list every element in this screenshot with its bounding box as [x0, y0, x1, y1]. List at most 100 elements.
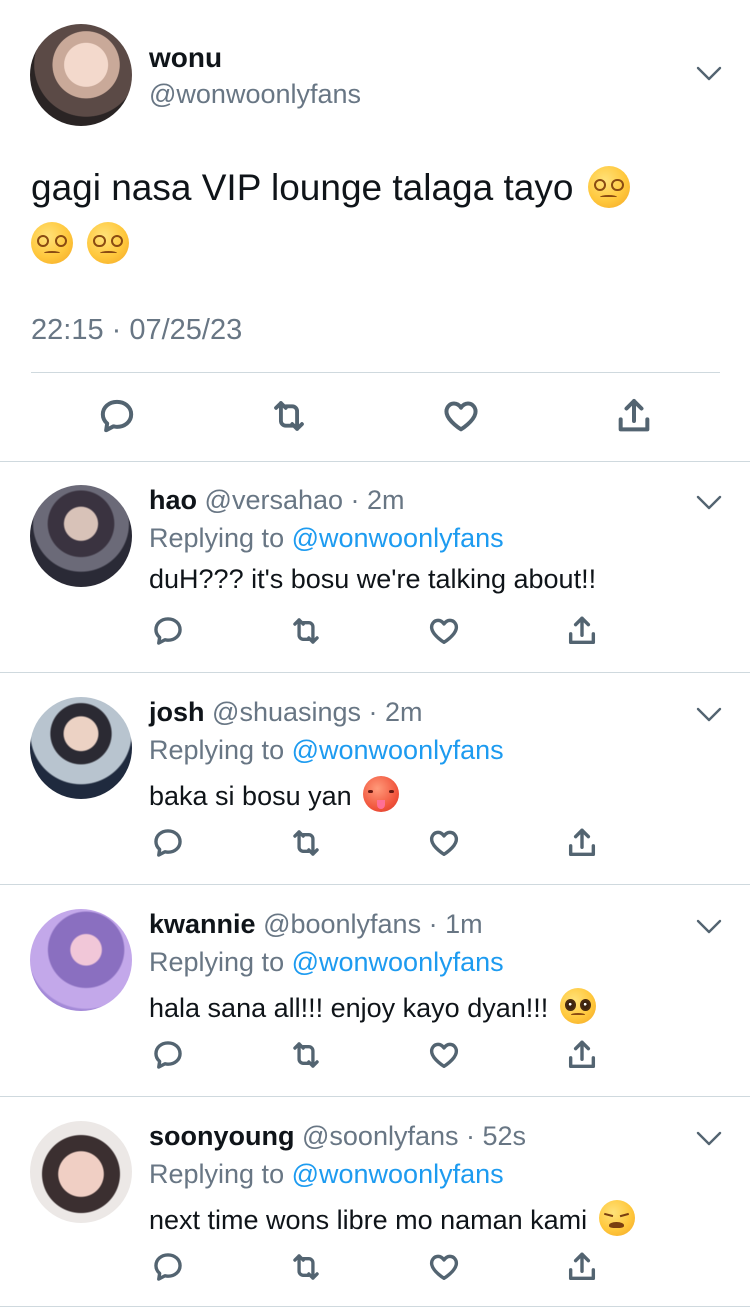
- avatar[interactable]: [30, 24, 132, 126]
- reply-button[interactable]: [150, 1037, 186, 1073]
- replying-to: Replying to @wonwoonlyfans: [149, 523, 504, 554]
- divider: [31, 372, 720, 373]
- like-button[interactable]: [426, 825, 462, 861]
- replying-to-link[interactable]: @wonwoonlyfans: [292, 947, 504, 977]
- share-button[interactable]: [564, 825, 600, 861]
- reply-icon: [100, 399, 134, 433]
- replying-to-link[interactable]: @wonwoonlyfans: [292, 1159, 504, 1189]
- reply-tweet[interactable]: josh @shuasings · 2m Replying to @wonwoo…: [0, 673, 750, 885]
- heart-icon: [429, 1254, 459, 1281]
- tweet-text-body: gagi nasa VIP lounge talaga tayo: [31, 167, 574, 208]
- like-button[interactable]: [438, 393, 484, 439]
- share-icon: [568, 828, 596, 857]
- share-button[interactable]: [611, 393, 657, 439]
- reply-button[interactable]: [150, 825, 186, 861]
- share-button[interactable]: [564, 1249, 600, 1285]
- dizzy-face-emoji: [87, 222, 130, 264]
- share-button[interactable]: [564, 613, 600, 649]
- share-icon: [618, 399, 650, 432]
- author-handle[interactable]: @versahao: [205, 485, 343, 515]
- replying-to-link[interactable]: @wonwoonlyfans: [292, 735, 504, 765]
- reply-icon: [154, 1253, 182, 1281]
- author-handle[interactable]: @boonlyfans: [263, 909, 421, 939]
- share-icon: [568, 1040, 596, 1069]
- reply-header: hao @versahao · 2m: [149, 485, 405, 516]
- reply-text: baka si bosu yan: [149, 776, 400, 812]
- chevron-down-icon[interactable]: [696, 1131, 722, 1147]
- author-name[interactable]: hao: [149, 485, 197, 515]
- heart-icon: [444, 401, 478, 432]
- retweet-button[interactable]: [288, 825, 324, 861]
- separator-dot: ·: [343, 485, 368, 515]
- reply-button[interactable]: [94, 393, 140, 439]
- replying-prefix: Replying to: [149, 735, 292, 765]
- retweet-button[interactable]: [288, 1249, 324, 1285]
- reply-header: kwannie @boonlyfans · 1m: [149, 909, 483, 940]
- reply-time: 1m: [445, 909, 483, 939]
- replying-prefix: Replying to: [149, 947, 292, 977]
- retweet-button[interactable]: [288, 1037, 324, 1073]
- reply-text: duH??? it's bosu we're talking about!!: [149, 564, 597, 594]
- author-name[interactable]: josh: [149, 697, 205, 727]
- like-button[interactable]: [426, 613, 462, 649]
- reply-text-body: hala sana all!!! enjoy kayo dyan!!!: [149, 993, 549, 1023]
- avatar[interactable]: [30, 1121, 132, 1223]
- reply-icon: [154, 1041, 182, 1069]
- replying-prefix: Replying to: [149, 523, 292, 553]
- reply-tweet[interactable]: kwannie @boonlyfans · 1m Replying to @wo…: [0, 885, 750, 1097]
- heart-icon: [429, 618, 459, 645]
- author-name[interactable]: soonyoung: [149, 1121, 294, 1151]
- main-tweet: wonu @wonwoonlyfans gagi nasa VIP lounge…: [0, 0, 750, 462]
- avatar[interactable]: [30, 697, 132, 799]
- author-handle[interactable]: @soonlyfans: [302, 1121, 459, 1151]
- avatar[interactable]: [30, 485, 132, 587]
- reply-header: josh @shuasings · 2m: [149, 697, 423, 728]
- divider: [0, 1306, 750, 1307]
- chevron-down-icon[interactable]: [696, 707, 722, 723]
- reply-icon: [154, 829, 182, 857]
- retweet-button[interactable]: [266, 393, 312, 439]
- chevron-down-icon[interactable]: [696, 495, 722, 511]
- like-button[interactable]: [426, 1249, 462, 1285]
- author-name[interactable]: kwannie: [149, 909, 256, 939]
- reply-text-body: baka si bosu yan: [149, 781, 352, 811]
- reply-text: next time wons libre mo naman kami: [149, 1200, 635, 1236]
- author-handle[interactable]: @shuasings: [212, 697, 361, 727]
- replying-prefix: Replying to: [149, 1159, 292, 1189]
- reply-button[interactable]: [150, 613, 186, 649]
- reply-button[interactable]: [150, 1249, 186, 1285]
- dizzy-face-emoji: [31, 222, 73, 264]
- weary-face-emoji: [598, 1200, 635, 1236]
- share-icon: [568, 616, 596, 645]
- chevron-down-icon[interactable]: [696, 919, 722, 935]
- retweet-icon: [293, 618, 319, 644]
- tweet-text: gagi nasa VIP lounge talaga tayo: [31, 160, 711, 272]
- replying-to: Replying to @wonwoonlyfans: [149, 947, 504, 978]
- reply-time: 52s: [482, 1121, 527, 1151]
- reply-text: hala sana all!!! enjoy kayo dyan!!!: [149, 988, 596, 1024]
- replying-to-link[interactable]: @wonwoonlyfans: [292, 523, 504, 553]
- retweet-icon: [293, 830, 319, 856]
- heart-icon: [429, 1042, 459, 1069]
- reply-tweet[interactable]: hao @versahao · 2m Replying to @wonwoonl…: [0, 461, 750, 673]
- retweet-icon: [293, 1042, 319, 1068]
- share-button[interactable]: [564, 1037, 600, 1073]
- avatar[interactable]: [30, 909, 132, 1011]
- retweet-button[interactable]: [288, 613, 324, 649]
- separator-dot: ·: [421, 909, 446, 939]
- retweet-icon: [274, 401, 304, 431]
- reply-icon: [154, 617, 182, 645]
- reply-time: 2m: [385, 697, 423, 727]
- retweet-icon: [293, 1254, 319, 1280]
- author-handle[interactable]: @wonwoonlyfans: [149, 79, 361, 110]
- reply-time: 2m: [367, 485, 405, 515]
- like-button[interactable]: [426, 1037, 462, 1073]
- chevron-down-icon[interactable]: [696, 66, 722, 82]
- pleading-face-emoji: [559, 988, 596, 1024]
- reply-tweet[interactable]: soonyoung @soonlyfans · 52s Replying to …: [0, 1097, 750, 1309]
- replying-to: Replying to @wonwoonlyfans: [149, 1159, 504, 1190]
- reply-header: soonyoung @soonlyfans · 52s: [149, 1121, 526, 1152]
- separator-dot: ·: [458, 1121, 483, 1151]
- dizzy-face-emoji: [587, 166, 630, 208]
- author-name[interactable]: wonu: [149, 42, 222, 74]
